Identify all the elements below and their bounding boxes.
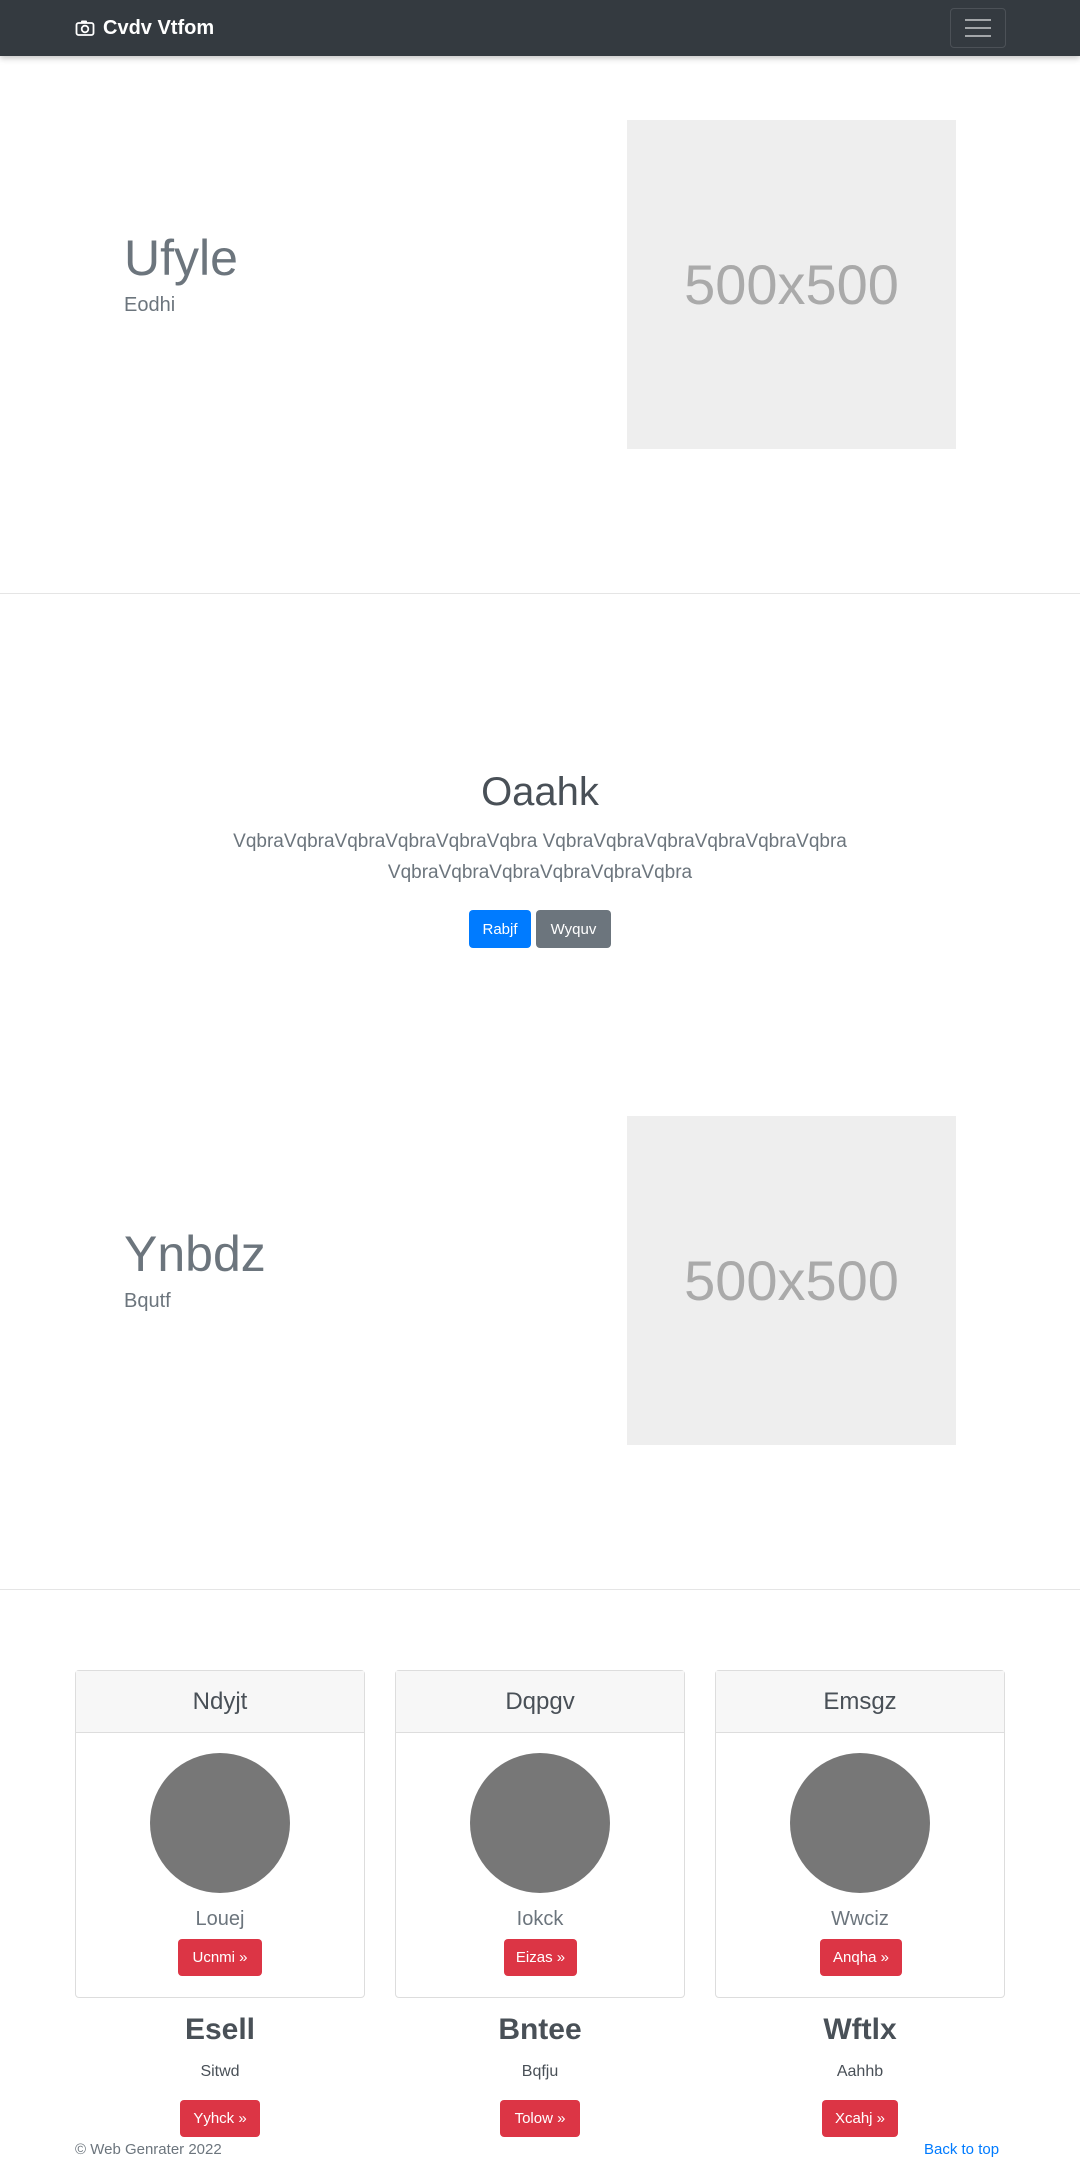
- hero1-title: Ufyle: [124, 230, 238, 286]
- hero1-image-label: 500x500: [684, 253, 899, 316]
- xcahj-button[interactable]: Xcahj »: [822, 2100, 898, 2137]
- tolow-button[interactable]: Tolow »: [500, 2100, 580, 2137]
- feature-title: Esell: [184, 2013, 256, 2046]
- card-dqpgv: Dqpgv Iokck Eizas »: [395, 1670, 685, 1998]
- hamburger-line: [965, 35, 991, 37]
- avatar: [150, 1753, 290, 1893]
- hero1-subtitle: Eodhi: [124, 294, 176, 316]
- camera-icon: [75, 18, 95, 38]
- card-name: Iokck: [516, 1908, 564, 1930]
- card-header: Emsgz: [716, 1671, 1004, 1733]
- hero2-subtitle: Bqutf: [124, 1290, 171, 1312]
- center-title: Oaahk: [481, 770, 599, 814]
- section-divider: [0, 1589, 1080, 1590]
- feature-subtitle: Aahhb: [836, 2063, 884, 2080]
- feature-title: Bntee: [498, 2013, 582, 2046]
- hero1-image: 500x500: [627, 120, 956, 449]
- navbar-brand[interactable]: Cvdv Vtfom: [75, 15, 214, 41]
- navbar-toggler-button[interactable]: [950, 8, 1006, 48]
- section-divider: [0, 593, 1080, 594]
- back-to-top-link[interactable]: Back to top: [924, 2141, 999, 2158]
- ucnmi-button[interactable]: Ucnmi »: [178, 1939, 262, 1976]
- hamburger-menu-icon: [965, 19, 991, 21]
- brand-label: Cvdv Vtfom: [103, 17, 215, 39]
- rabjf-button[interactable]: Rabjf: [469, 910, 531, 948]
- card-header: Ndyjt: [76, 1671, 364, 1733]
- card-name: Louej: [195, 1908, 245, 1930]
- feature-subtitle: Bqfju: [521, 2063, 559, 2080]
- wyquv-button[interactable]: Wyquv: [536, 910, 611, 948]
- card-name: Wwciz: [831, 1908, 889, 1930]
- card-emsgz: Emsgz Wwciz Anqha »: [715, 1670, 1005, 1998]
- hero2-image-label: 500x500: [684, 1249, 899, 1312]
- card-ndyjt: Ndyjt Louej Ucnmi »: [75, 1670, 365, 1998]
- feature-title: Wftlx: [823, 2013, 897, 2046]
- footer-copyright: © Web Genrater 2022: [75, 2141, 222, 2158]
- avatar: [790, 1753, 930, 1893]
- hero2-image: 500x500: [627, 1116, 956, 1445]
- hamburger-line: [965, 27, 991, 29]
- hero2-title: Ynbdz: [124, 1226, 266, 1282]
- card-header: Dqpgv: [396, 1671, 684, 1733]
- eizas-button[interactable]: Eizas »: [504, 1939, 577, 1976]
- anqha-button[interactable]: Anqha »: [820, 1939, 902, 1976]
- yyhck-button[interactable]: Yyhck »: [180, 2100, 260, 2137]
- feature-subtitle: Sitwd: [200, 2063, 240, 2080]
- avatar: [470, 1753, 610, 1893]
- center-text: VqbraVqbraVqbraVqbraVqbraVqbra VqbraVqbr…: [233, 831, 847, 883]
- navbar: Cvdv Vtfom: [0, 0, 1080, 56]
